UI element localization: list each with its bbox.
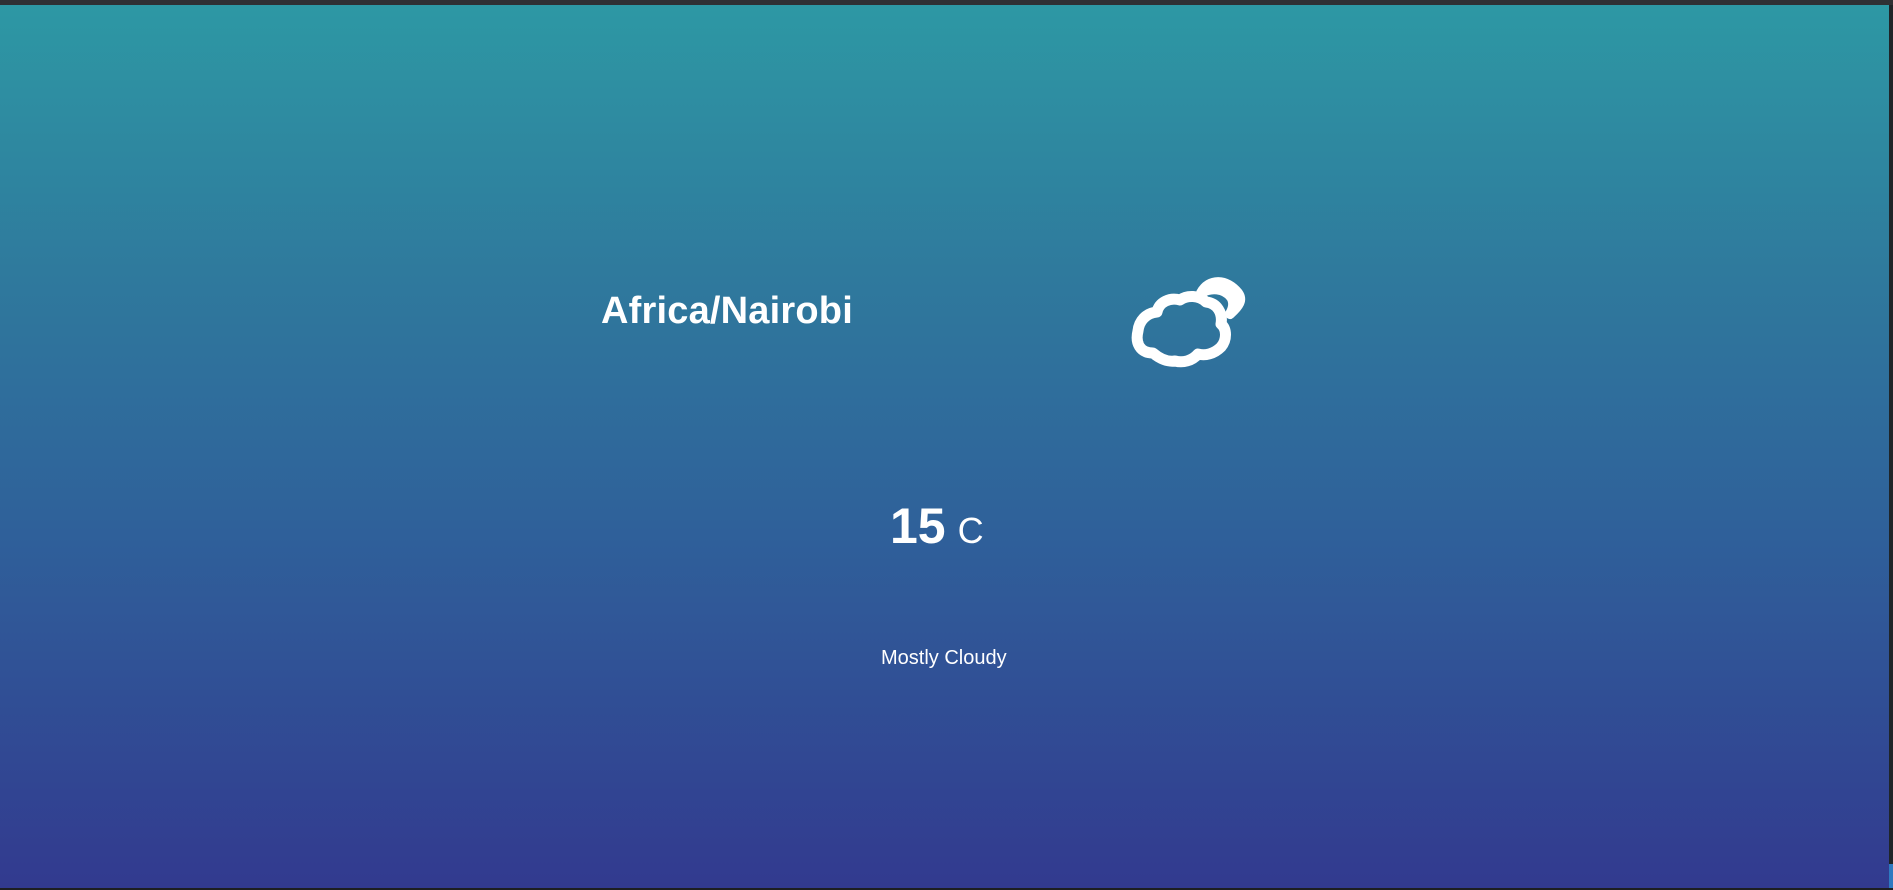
weather-summary: Mostly Cloudy <box>881 647 1007 669</box>
timezone-label: Africa/Nairobi <box>601 290 853 332</box>
window-right-edge <box>1889 5 1893 888</box>
weather-app: Africa/Nairobi 15 C Mostly Cloudy <box>0 5 1889 888</box>
temperature-unit: C <box>957 510 984 551</box>
partly-cloudy-night-icon <box>1123 257 1273 397</box>
temperature-value: 15 <box>890 498 946 554</box>
edge-accent <box>1889 864 1893 888</box>
temperature-display: 15 C <box>890 497 984 555</box>
